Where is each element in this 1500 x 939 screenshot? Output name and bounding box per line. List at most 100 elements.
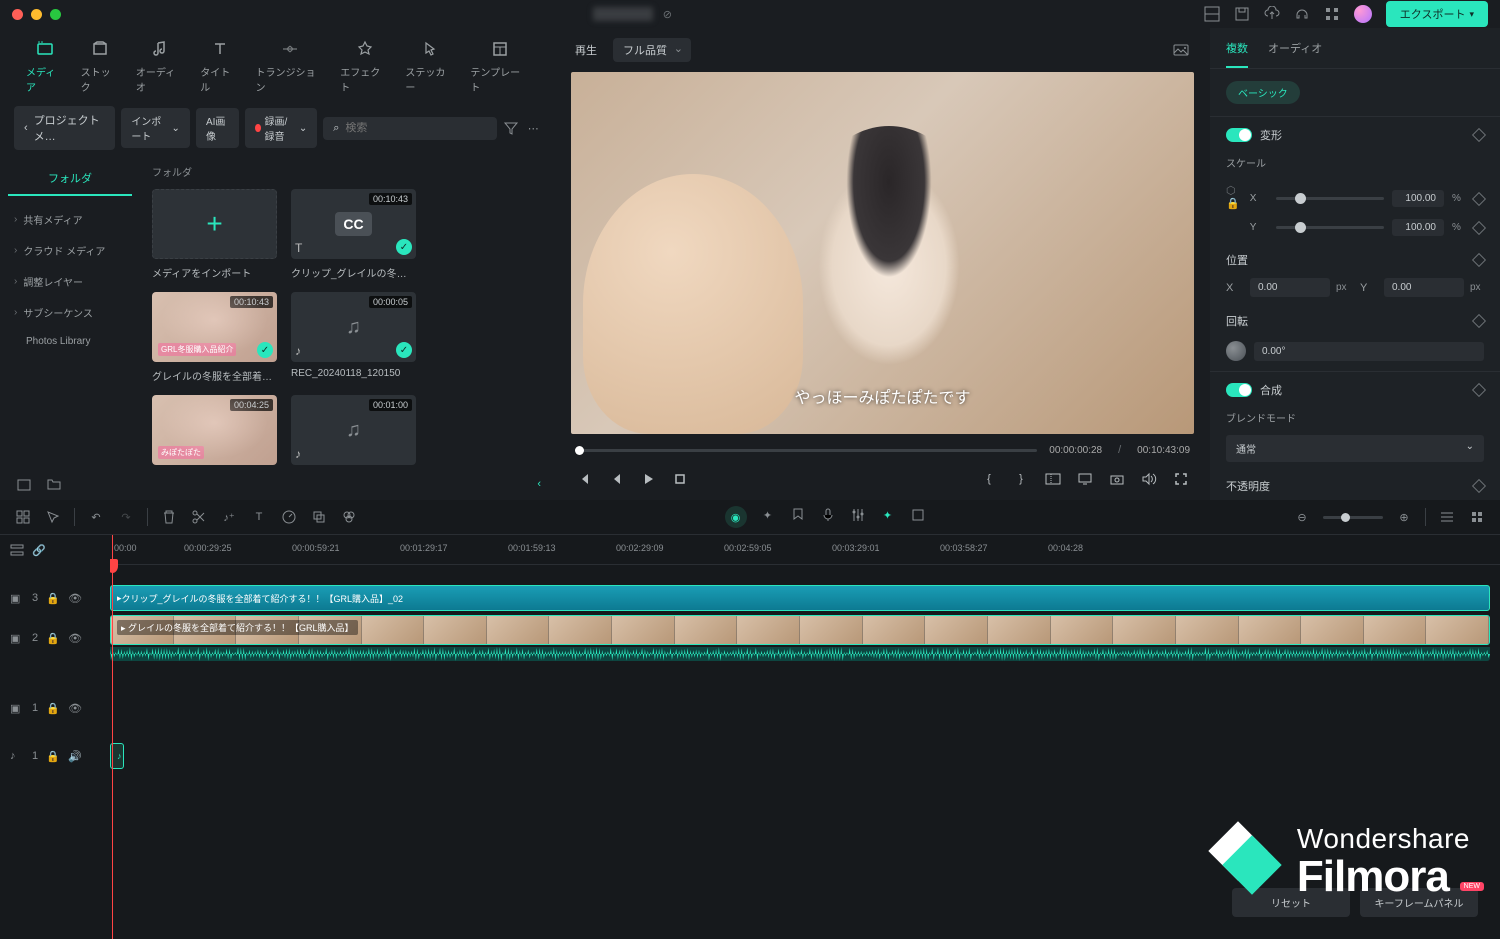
transform-keyframe[interactable] (1472, 128, 1486, 142)
track-header-2[interactable]: ▣2🔒👁 (0, 613, 110, 663)
stop-icon[interactable] (671, 470, 689, 488)
new-folder-icon[interactable] (44, 474, 64, 494)
tl-enhance-icon[interactable]: ✦ (759, 506, 777, 524)
track-header-v1[interactable]: ▣1🔒👁 (0, 693, 110, 723)
mark-in-icon[interactable]: { (980, 470, 998, 488)
apps-grid-icon[interactable] (1324, 6, 1340, 22)
track-audio-1[interactable]: ♪ (110, 741, 1500, 771)
scale-y-keyframe[interactable] (1472, 220, 1486, 234)
tl-render-icon[interactable] (909, 506, 927, 524)
import-dropdown[interactable]: インポート ⌄ (121, 108, 190, 148)
tl-mixer-icon[interactable] (849, 506, 867, 524)
tab-stock[interactable]: ストック (73, 34, 128, 98)
collapse-sidebar-icon[interactable]: ‹ (537, 478, 541, 490)
tl-undo-icon[interactable]: ↶ (87, 508, 105, 526)
media-item-2[interactable]: GRL冬服購入品紹介00:10:43✓グレイルの冬服を全部着て… (152, 292, 277, 383)
tl-voiceover-icon[interactable] (819, 506, 837, 524)
pos-x-input[interactable]: 0.00 (1250, 278, 1330, 297)
tl-edit-icon[interactable] (14, 508, 32, 526)
tab-transition[interactable]: トランジション (248, 34, 333, 98)
scale-x-slider[interactable] (1276, 197, 1384, 200)
volume-icon[interactable] (1140, 470, 1158, 488)
scale-x-value[interactable]: 100.00 (1392, 190, 1444, 207)
tab-template[interactable]: テンプレート (462, 34, 537, 98)
composite-keyframe[interactable] (1472, 383, 1486, 397)
scale-y-value[interactable]: 100.00 (1392, 219, 1444, 236)
tab-sticker[interactable]: ステッカー (397, 34, 462, 98)
track-header-3[interactable]: ▣3🔒👁 (0, 583, 110, 613)
rotation-dial[interactable] (1226, 341, 1246, 361)
composite-toggle[interactable] (1226, 383, 1252, 397)
sidebar-cloud-media[interactable]: クラウド メディア (8, 235, 132, 266)
transform-toggle[interactable] (1226, 128, 1252, 142)
tl-settings-icon[interactable] (1468, 508, 1486, 526)
tl-split-icon[interactable] (190, 508, 208, 526)
tl-ai-icon[interactable]: ◉ (725, 506, 747, 528)
export-button[interactable]: エクスポート ▾ (1386, 1, 1488, 27)
rotation-keyframe[interactable] (1472, 314, 1486, 328)
close-window[interactable] (12, 9, 23, 20)
folder-tab[interactable]: フォルダ (8, 162, 132, 196)
media-item-3[interactable]: ♫♪00:00:05✓REC_20240118_120150 (291, 292, 416, 383)
caption-clip[interactable]: ▸ クリップ_グレイルの冬服を全部着て紹介する！！【GRL購入品】_02 (110, 585, 1490, 611)
video-clip[interactable]: ▸ グレイルの冬服を全部着て紹介する！！【GRL購入品】 (110, 615, 1490, 645)
minimize-window[interactable] (31, 9, 42, 20)
tl-keyframe-icon[interactable]: ✦ (879, 506, 897, 524)
opacity-keyframe[interactable] (1472, 479, 1486, 493)
tl-header-options[interactable]: 🔗 (0, 535, 110, 565)
layout-icon[interactable] (1204, 6, 1220, 22)
timeline-ruler[interactable]: 00:00 00:00:29:25 00:00:59:21 00:01:29:1… (110, 535, 1500, 565)
project-media-dropdown[interactable]: ‹ プロジェクトメ… (14, 106, 115, 150)
cloud-sync-icon[interactable]: ⊘ (663, 8, 672, 21)
save-icon[interactable] (1234, 6, 1250, 22)
display-icon[interactable] (1076, 470, 1094, 488)
play-icon[interactable] (639, 470, 657, 488)
keyframe-panel-button[interactable]: キーフレームパネルNEW (1360, 888, 1478, 917)
tl-audio-edit-icon[interactable]: ♪⁺ (220, 508, 238, 526)
headphones-icon[interactable] (1294, 6, 1310, 22)
tl-redo-icon[interactable]: ↷ (117, 508, 135, 526)
tl-zoom-slider[interactable] (1323, 516, 1383, 519)
tl-zoom-out-icon[interactable]: ⊖ (1293, 508, 1311, 526)
media-item-5[interactable]: ♫♪00:01:00エモい_002 (291, 395, 416, 468)
playhead[interactable] (112, 535, 113, 939)
track-caption[interactable]: ▸ クリップ_グレイルの冬服を全部着て紹介する！！【GRL購入品】_02 (110, 583, 1500, 613)
play-backward-icon[interactable] (607, 470, 625, 488)
preview-viewport[interactable]: やっほーみぽたぽたです (571, 72, 1194, 434)
tl-marker-icon[interactable] (789, 506, 807, 524)
tab-media[interactable]: メディア (18, 34, 73, 98)
fullscreen-icon[interactable] (1172, 470, 1190, 488)
scale-x-keyframe[interactable] (1472, 191, 1486, 205)
ratio-icon[interactable] (1044, 470, 1062, 488)
tab-title[interactable]: タイトル (192, 34, 247, 98)
sidebar-adjustment-layer[interactable]: 調整レイヤー (8, 266, 132, 297)
tl-zoom-in-icon[interactable]: ⊕ (1395, 508, 1413, 526)
quality-dropdown[interactable]: フル品質 (613, 38, 691, 62)
tl-speed-icon[interactable] (280, 508, 298, 526)
snapshot-icon[interactable] (1172, 41, 1190, 59)
camera-icon[interactable] (1108, 470, 1126, 488)
tl-link-icon[interactable]: 🔗 (32, 544, 46, 557)
tl-text-icon[interactable]: T (250, 508, 268, 526)
sidebar-shared-media[interactable]: 共有メディア (8, 204, 132, 235)
reset-button[interactable]: リセット (1232, 888, 1350, 917)
more-icon[interactable]: ⋯ (525, 118, 541, 138)
media-item-4[interactable]: みぽたぽた00:04:25みぽたぽたソロチャンネルは… (152, 395, 277, 468)
tl-toggle-tracks-icon[interactable] (10, 543, 24, 557)
pos-y-input[interactable]: 0.00 (1384, 278, 1464, 297)
new-bin-icon[interactable] (14, 474, 34, 494)
position-keyframe[interactable] (1472, 253, 1486, 267)
scale-y-slider[interactable] (1276, 226, 1384, 229)
sidebar-photos-library[interactable]: Photos Library (8, 328, 132, 355)
blend-mode-dropdown[interactable]: 通常 (1226, 435, 1484, 462)
tl-view-icon[interactable] (1438, 508, 1456, 526)
media-item-0[interactable]: +メディアをインポート (152, 189, 277, 280)
video-clip-audio[interactable] (110, 647, 1490, 661)
search-box[interactable]: ⌕ (323, 117, 497, 140)
prop-tab-multiple[interactable]: 複数 (1226, 40, 1248, 68)
maximize-window[interactable] (50, 9, 61, 20)
basic-pill[interactable]: ベーシック (1226, 81, 1300, 104)
cloud-upload-icon[interactable] (1264, 6, 1280, 22)
prop-tab-audio[interactable]: オーディオ (1268, 40, 1322, 68)
search-input[interactable] (345, 122, 487, 134)
